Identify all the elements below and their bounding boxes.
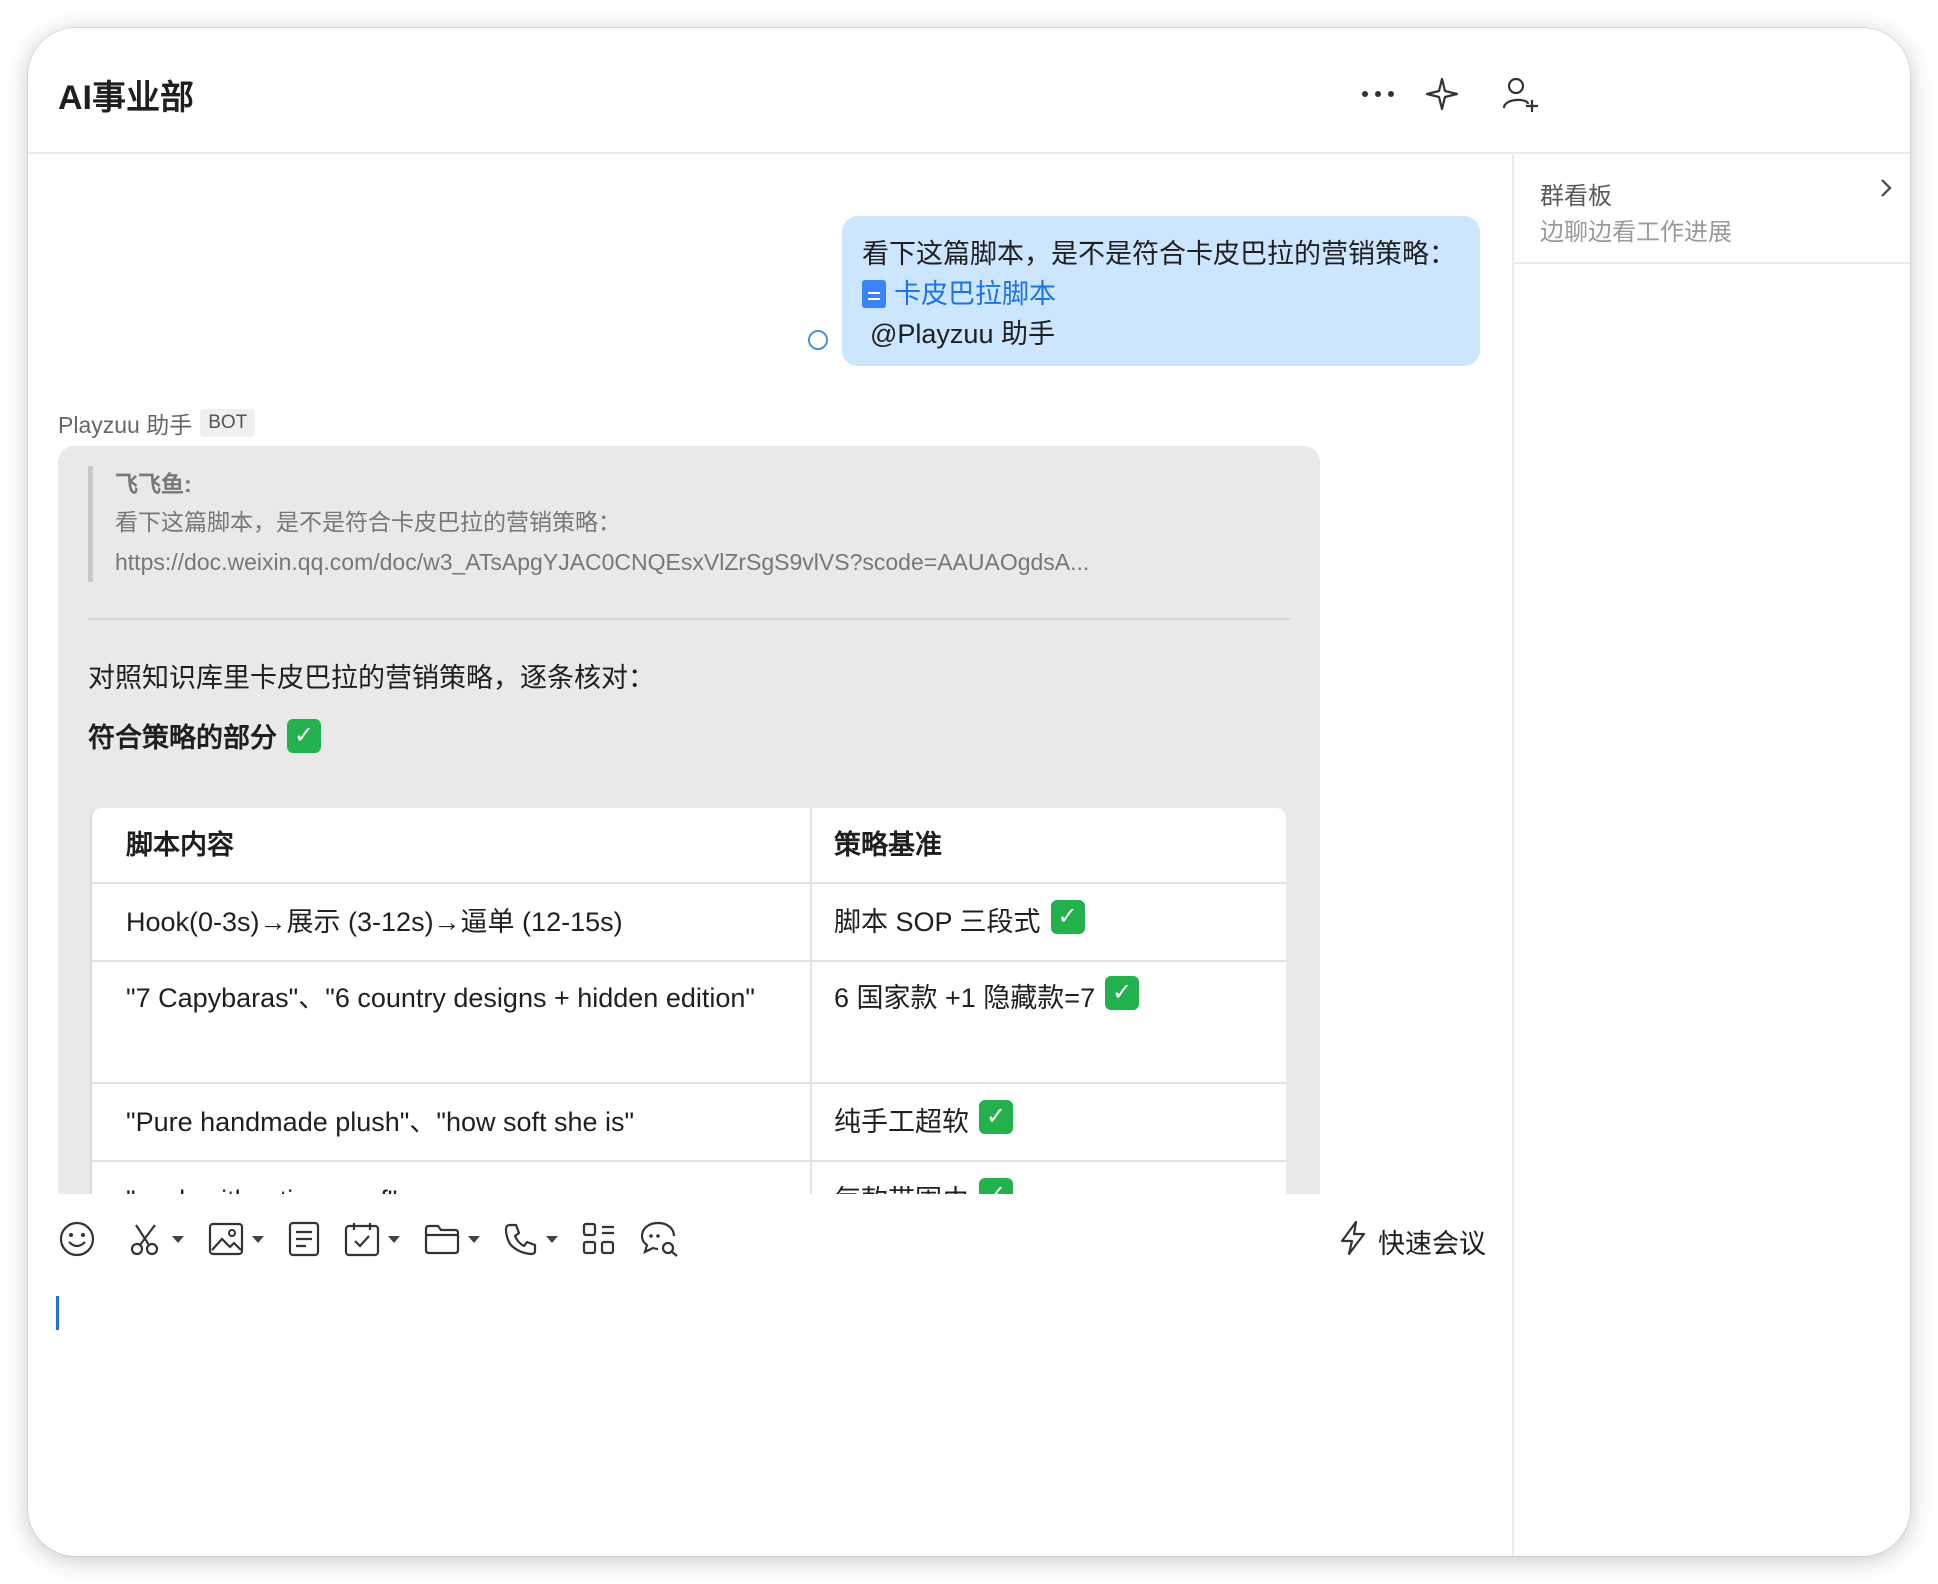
table-cell-content: "each with a tiny scarf"	[92, 1162, 812, 1194]
read-status-icon	[808, 330, 828, 350]
reply-subheading: 符合策略的部分 ✓	[88, 716, 321, 755]
sender-name[interactable]: Playzuu 助手	[58, 406, 192, 440]
chevron-down-icon[interactable]	[252, 1235, 264, 1243]
side-panel: 群看板 边聊边看工作进展	[1512, 154, 1910, 1556]
chevron-right-icon[interactable]	[1876, 174, 1896, 207]
screenshot-button[interactable]	[128, 1221, 184, 1257]
basis-text: 脚本 SOP 三段式	[834, 907, 1041, 937]
basis-text: 6 国家款 +1 隐藏款=7	[834, 983, 1096, 1013]
doc-link-label: 卡皮巴拉脚本	[894, 279, 1056, 309]
table-row: "Pure handmade plush"、"how soft she is" …	[92, 1084, 1286, 1162]
board-subtitle: 边聊边看工作进展	[1540, 219, 1732, 246]
emoji-button[interactable]	[58, 1220, 96, 1258]
table-header-cell: 策略基准	[834, 830, 942, 860]
check-mark-icon: ✓	[1105, 976, 1140, 1010]
bot-badge: BOT	[200, 409, 256, 437]
image-button[interactable]	[208, 1222, 264, 1256]
folder-icon	[424, 1223, 460, 1255]
table-cell-basis: 6 国家款 +1 隐藏款=7 ✓	[812, 962, 1286, 1082]
phone-button[interactable]	[504, 1222, 558, 1256]
table-row: "each with a tiny scarf" 每款带围巾 ✓	[92, 1162, 1286, 1194]
image-icon	[208, 1222, 244, 1256]
chevron-down-icon[interactable]	[172, 1235, 184, 1243]
sender-row: Playzuu 助手 BOT	[58, 406, 256, 440]
composer: 快速会议	[28, 1194, 1512, 1556]
message-list[interactable]: 看下这篇脚本，是不是符合卡皮巴拉的营销策略： 卡皮巴拉脚本 @Playzuu 助…	[28, 154, 1512, 1194]
emoji-icon	[58, 1220, 96, 1258]
doc-link[interactable]: 卡皮巴拉脚本	[862, 274, 1460, 314]
composer-toolbar	[58, 1214, 704, 1264]
table-row: "7 Capybaras"、"6 country designs + hidde…	[92, 962, 1286, 1084]
table-cell-content: Hook(0-3s)→展示 (3-12s)→逼单 (12-15s)	[92, 884, 812, 960]
check-mark-icon: ✓	[1050, 900, 1085, 934]
document-icon	[288, 1221, 320, 1257]
screenshot-icon	[128, 1221, 164, 1257]
table-cell-content: "7 Capybaras"、"6 country designs + hidde…	[92, 962, 812, 1082]
schedule-button[interactable]	[344, 1221, 400, 1257]
group-board[interactable]: 群看板 边聊边看工作进展	[1514, 154, 1910, 264]
chevron-down-icon[interactable]	[388, 1235, 400, 1243]
check-mark-icon: ✓	[287, 718, 321, 753]
apps-icon	[582, 1222, 616, 1256]
quick-meeting-label: 快速会议	[1378, 1229, 1486, 1259]
mention: @Playzuu 助手	[870, 319, 1055, 349]
table-header-row: 脚本内容 策略基准	[92, 808, 1286, 884]
strategy-table: 脚本内容 策略基准 Hook(0-3s)→展示 (3-12s)→逼单 (12-1…	[90, 808, 1286, 1194]
subheading-text: 符合策略的部分	[88, 723, 277, 753]
basis-text: 每款带围巾	[834, 1178, 969, 1194]
document-icon	[862, 280, 886, 308]
outgoing-message-text: 看下这篇脚本，是不是符合卡皮巴拉的营销策略：	[862, 239, 1456, 269]
chat-window: AI事业部 看下这篇脚本，是不是符合卡皮巴拉的营销策略： 卡皮巴拉脚本 @Pla…	[28, 28, 1910, 1556]
schedule-icon	[344, 1221, 380, 1257]
quoted-message[interactable]: 飞飞鱼: 看下这篇脚本，是不是符合卡皮巴拉的营销策略： https://doc.…	[88, 466, 1255, 582]
sparkle-icon[interactable]	[1420, 72, 1464, 116]
quote-url: https://doc.weixin.qq.com/doc/w3_ATsApgY…	[115, 549, 1090, 575]
table-cell-basis: 脚本 SOP 三段式 ✓	[812, 884, 1286, 960]
folder-button[interactable]	[424, 1223, 480, 1255]
reply-intro: 对照知识库里卡皮巴拉的营销策略，逐条核对：	[88, 663, 655, 693]
incoming-message-bubble[interactable]: 飞飞鱼: 看下这篇脚本，是不是符合卡皮巴拉的营销策略： https://doc.…	[58, 446, 1320, 1194]
chevron-down-icon[interactable]	[468, 1235, 480, 1243]
quote-author: 飞飞鱼:	[115, 471, 192, 497]
more-icon[interactable]	[1356, 72, 1400, 116]
chat-search-icon	[640, 1220, 680, 1258]
document-button[interactable]	[288, 1221, 320, 1257]
quick-meeting-button[interactable]: 快速会议	[1338, 1220, 1486, 1263]
basis-text: 纯手工超软	[834, 1107, 969, 1137]
chevron-down-icon[interactable]	[546, 1235, 558, 1243]
table-row: Hook(0-3s)→展示 (3-12s)→逼单 (12-15s) 脚本 SOP…	[92, 884, 1286, 962]
phone-icon	[504, 1222, 538, 1256]
lightning-icon	[1338, 1220, 1368, 1263]
check-mark-icon: ✓	[979, 1100, 1013, 1134]
chat-title: AI事业部	[58, 79, 194, 117]
table-cell-content: "Pure handmade plush"、"how soft she is"	[92, 1084, 812, 1160]
table-cell-basis: 纯手工超软 ✓	[812, 1084, 1286, 1160]
apps-button[interactable]	[582, 1222, 616, 1256]
message-input[interactable]	[56, 1296, 59, 1330]
table-header-cell: 脚本内容	[92, 808, 812, 882]
table-cell-basis: 每款带围巾 ✓	[812, 1162, 1286, 1194]
board-title: 群看板	[1540, 183, 1612, 210]
chat-search-button[interactable]	[640, 1220, 680, 1258]
outgoing-message-bubble[interactable]: 看下这篇脚本，是不是符合卡皮巴拉的营销策略： 卡皮巴拉脚本 @Playzuu 助…	[842, 216, 1480, 366]
chat-header: AI事业部	[28, 28, 1910, 154]
quote-text: 看下这篇脚本，是不是符合卡皮巴拉的营销策略：	[115, 509, 621, 535]
add-member-icon[interactable]	[1498, 72, 1542, 116]
check-mark-icon: ✓	[979, 1178, 1013, 1194]
divider	[88, 618, 1290, 620]
